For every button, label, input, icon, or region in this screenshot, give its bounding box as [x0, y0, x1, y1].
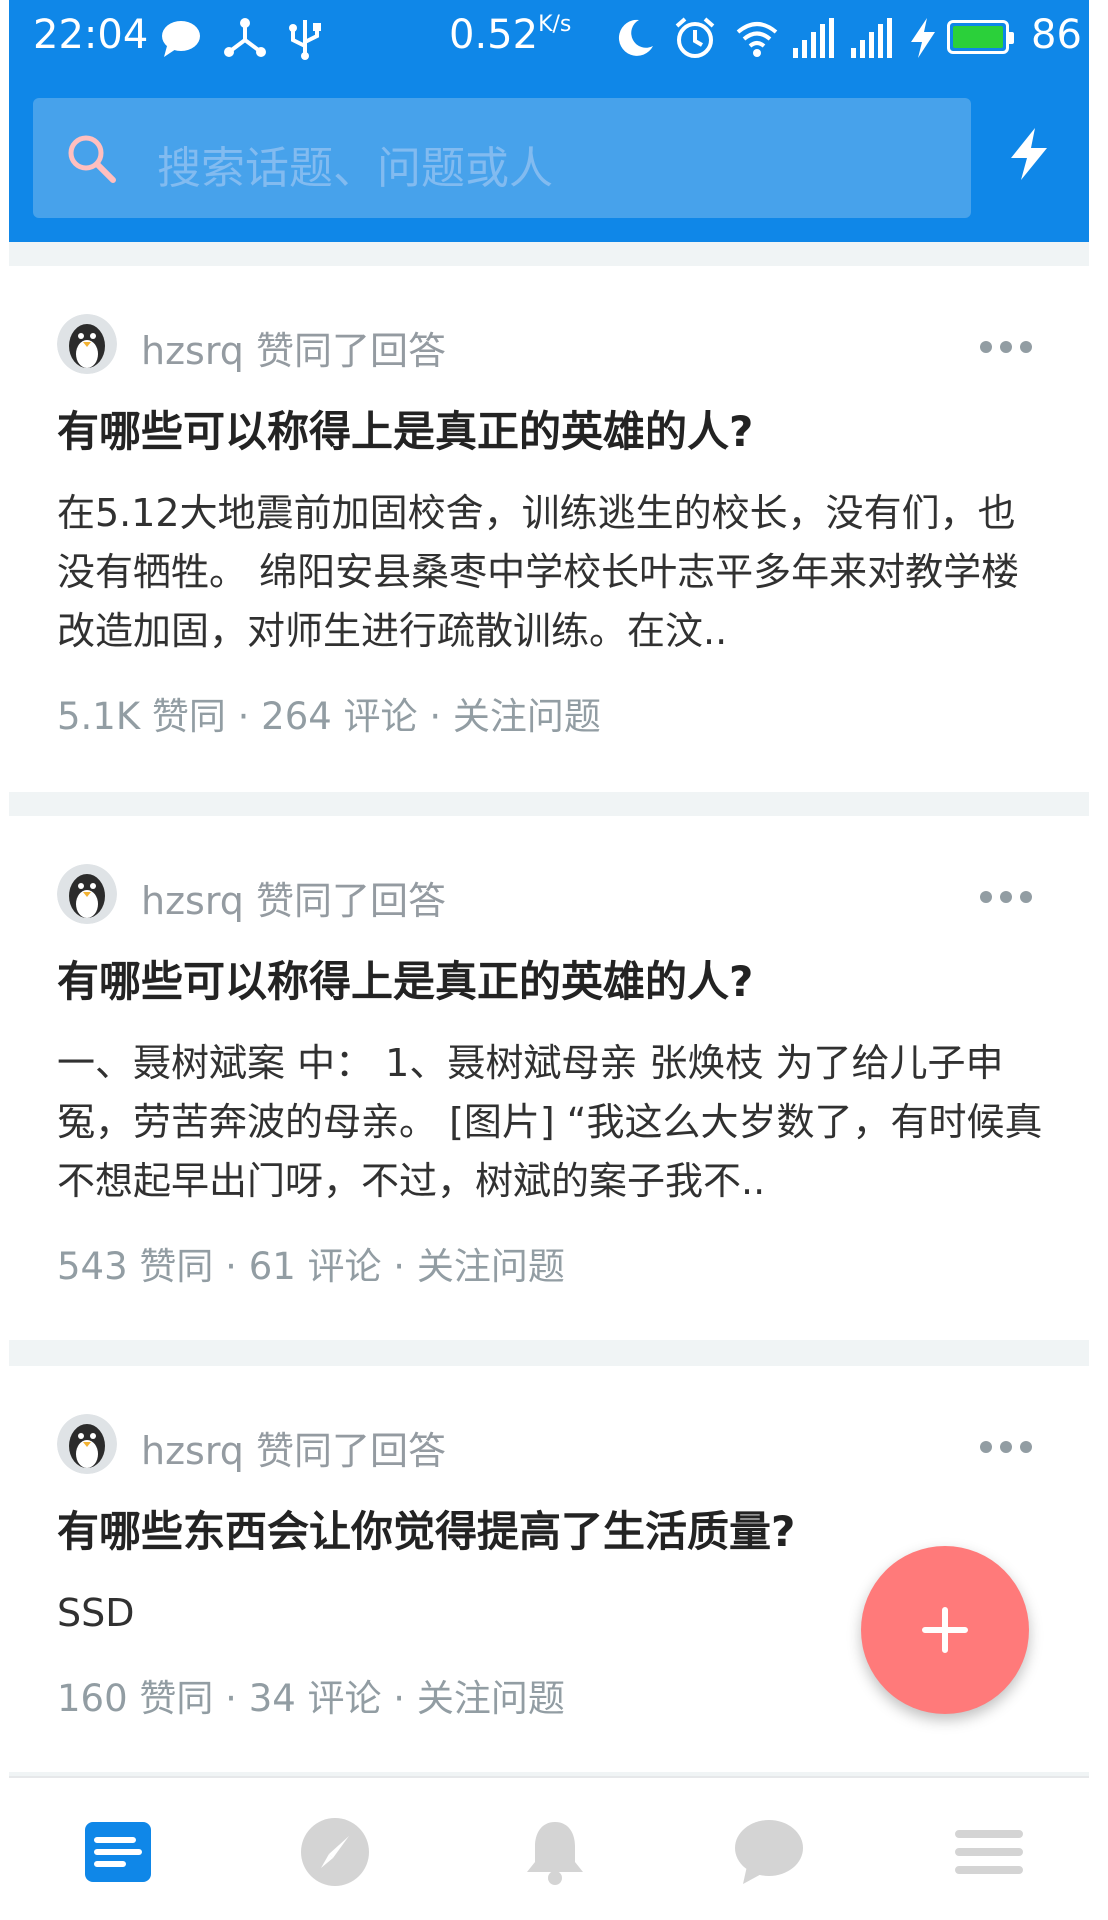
signal-icon [793, 18, 834, 58]
right-edge [1099, 0, 1108, 1920]
activity-line: hzsrq 赞同了回答 [141, 870, 446, 925]
answer-excerpt[interactable]: 在5.12大地震前加固校舍，训练逃生的校长，没有们，也没有牺牲。 绵阳安县桑枣中… [57, 484, 1047, 661]
speed-unit: K/s [538, 12, 572, 37]
follow-question-link[interactable]: 关注问题 [453, 695, 601, 738]
lightning-icon[interactable] [999, 124, 1059, 184]
meta-separator: · [381, 1677, 417, 1720]
follow-question-link[interactable]: 关注问题 [417, 1677, 565, 1720]
actor-name[interactable]: hzsrq [141, 1429, 244, 1473]
left-edge [0, 0, 9, 1920]
comment-count[interactable]: 264 评论 [261, 695, 417, 738]
usb-icon [289, 20, 321, 60]
plus-icon [922, 1607, 968, 1653]
action-text: 赞同了回答 [256, 1429, 447, 1473]
speed-value: 0.52 [449, 12, 539, 58]
menu-icon[interactable] [953, 1816, 1025, 1888]
question-title[interactable]: 有哪些东西会让你觉得提高了生活质量? [57, 1498, 1047, 1559]
feed-card[interactable]: hzsrq 赞同了回答 有哪些可以称得上是真正的英雄的人? 在5.12大地震前加… [9, 266, 1089, 792]
card-meta: 160 赞同 · 34 评论 · 关注问题 [57, 1668, 565, 1722]
signal-4g-icon [851, 18, 892, 58]
moon-icon [618, 19, 653, 56]
charging-icon [911, 18, 935, 58]
follow-question-link[interactable]: 关注问题 [417, 1245, 565, 1288]
avatar[interactable] [57, 864, 117, 924]
question-title[interactable]: 有哪些可以称得上是真正的英雄的人? [57, 398, 1047, 459]
feed-icon[interactable] [83, 1816, 155, 1888]
comment-count[interactable]: 61 评论 [249, 1245, 382, 1288]
battery-percent: 86 [1031, 12, 1082, 58]
bell-icon[interactable] [519, 1816, 591, 1888]
avatar[interactable] [57, 314, 117, 374]
battery-icon [947, 20, 1014, 54]
meta-separator: · [213, 1245, 249, 1288]
vote-count: 543 赞同 [57, 1245, 214, 1288]
more-icon[interactable] [979, 1440, 1033, 1454]
status-time: 22:04 [33, 12, 149, 58]
app-frame: 22:04 0.52K/s 86 搜索话题、问题或人 hzsrq 赞同了回答 有… [9, 0, 1089, 1920]
meta-separator: · [381, 1245, 417, 1288]
explore-icon[interactable] [299, 1816, 371, 1888]
actor-name[interactable]: hzsrq [141, 329, 244, 373]
vote-count: 160 赞同 [57, 1677, 214, 1720]
bottom-navigation [9, 1776, 1089, 1920]
activity-line: hzsrq 赞同了回答 [141, 320, 446, 375]
feed-card[interactable]: hzsrq 赞同了回答 有哪些可以称得上是真正的英雄的人? 一、聂树斌案 中： … [9, 816, 1089, 1340]
share-icon [224, 18, 266, 57]
app-header: 22:04 0.52K/s 86 搜索话题、问题或人 [9, 0, 1089, 242]
card-meta: 543 赞同 · 61 评论 · 关注问题 [57, 1236, 565, 1290]
action-text: 赞同了回答 [256, 329, 447, 373]
more-icon[interactable] [979, 890, 1033, 904]
search-icon [68, 135, 116, 183]
activity-line: hzsrq 赞同了回答 [141, 1420, 446, 1475]
action-text: 赞同了回答 [256, 879, 447, 923]
chat-icon[interactable] [733, 1816, 805, 1888]
wifi-icon [736, 22, 778, 57]
vote-count: 5.1K 赞同 [57, 695, 226, 738]
meta-separator: · [213, 1677, 249, 1720]
card-meta: 5.1K 赞同 · 264 评论 · 关注问题 [57, 686, 601, 740]
alarm-icon [675, 17, 715, 58]
meta-separator: · [417, 695, 453, 738]
status-bar: 22:04 0.52K/s 86 [9, 0, 1089, 76]
search-placeholder: 搜索话题、问题或人 [157, 143, 553, 194]
actor-name[interactable]: hzsrq [141, 879, 244, 923]
meta-separator: · [225, 695, 262, 738]
comment-count[interactable]: 34 评论 [249, 1677, 382, 1720]
network-speed: 0.52K/s [449, 12, 571, 58]
message-icon [162, 21, 200, 57]
compose-button[interactable] [861, 1546, 1029, 1714]
avatar[interactable] [57, 1414, 117, 1474]
question-title[interactable]: 有哪些可以称得上是真正的英雄的人? [57, 948, 1047, 1009]
answer-excerpt[interactable]: 一、聂树斌案 中： 1、聂树斌母亲 张焕枝 为了给儿子申冤，劳苦奔波的母亲。 [… [57, 1034, 1047, 1211]
search-bar[interactable]: 搜索话题、问题或人 [33, 98, 971, 218]
more-icon[interactable] [979, 340, 1033, 354]
